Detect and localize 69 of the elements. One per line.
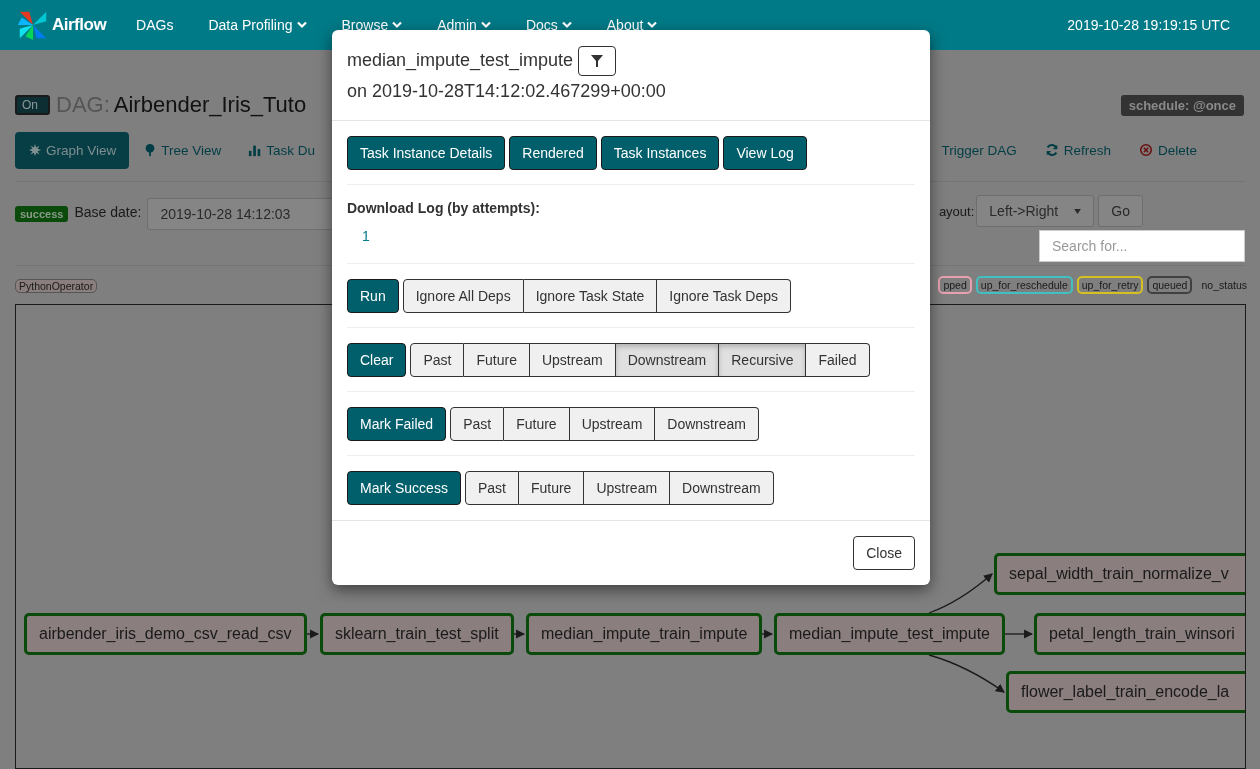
clock-text: 2019-10-28 19:19:15 UTC	[1067, 17, 1230, 33]
task-link-button[interactable]: Task Instance Details	[347, 136, 506, 171]
action-button[interactable]: Mark Failed	[347, 407, 447, 442]
action-button[interactable]: Run	[347, 279, 399, 314]
option-toggle[interactable]: Failed	[806, 343, 870, 378]
base-date-label: Base date:	[74, 204, 142, 220]
option-toggle[interactable]: Future	[464, 343, 530, 378]
starburst-icon	[28, 143, 42, 157]
refresh-icon	[1044, 143, 1059, 157]
on-toggle[interactable]: On	[15, 95, 50, 115]
option-toggle[interactable]: Future	[518, 471, 585, 506]
action-button[interactable]: Clear	[347, 343, 407, 378]
task-link-button[interactable]: Rendered	[509, 136, 597, 171]
filter-button[interactable]	[578, 46, 617, 77]
option-toggle[interactable]: Future	[504, 407, 570, 442]
caret-icon	[1074, 208, 1082, 214]
go-button[interactable]: Go	[1098, 195, 1143, 227]
option-toggle[interactable]: Downstream	[670, 471, 774, 506]
execution-date: on 2019-10-28T14:12:02.467299+00:00	[347, 80, 666, 104]
option-toggle[interactable]: Upstream	[584, 471, 671, 506]
task-node[interactable]: petal_length_train_winsori	[1034, 613, 1245, 655]
task-node[interactable]: sepal_width_train_normalize_v	[994, 553, 1245, 595]
nav-menu-item[interactable]: About	[606, 17, 658, 33]
schedule-badge: schedule: @once	[1120, 94, 1244, 116]
task-name: median_impute_test_impute	[347, 50, 574, 70]
view-tab[interactable]: Graph View	[15, 131, 130, 169]
option-toggle[interactable]: Past	[464, 471, 519, 506]
dag-title: Airbender_Iris_Tuto	[113, 92, 307, 118]
state-legend-tag: pped	[938, 276, 972, 294]
option-toggle[interactable]: Downstream	[655, 407, 759, 442]
option-toggle[interactable]: Ignore Task Deps	[657, 279, 792, 314]
nav-menu-item[interactable]: Data Profiling	[208, 17, 307, 33]
option-toggle[interactable]: Recursive	[719, 343, 807, 378]
nav-menu-item[interactable]: Browse	[341, 17, 403, 33]
brand-link[interactable]: Airflow	[16, 8, 107, 42]
state-legend-tag: up_for_reschedule	[975, 276, 1073, 294]
download-log-label: Download Log (by attempts):	[347, 200, 541, 217]
state-legend-tag: no_status	[1196, 276, 1252, 294]
task-node[interactable]: median_impute_train_impute	[526, 613, 763, 655]
option-toggle[interactable]: Upstream	[569, 407, 656, 442]
state-badge: success	[15, 206, 69, 222]
task-link-button[interactable]: View Log	[723, 136, 807, 171]
nav-menu-item[interactable]: DAGs	[136, 17, 174, 33]
option-toggle[interactable]: Ignore All Deps	[402, 279, 524, 314]
attempt-link[interactable]: 1	[362, 228, 370, 245]
task-node[interactable]: median_impute_test_impute	[774, 613, 1005, 655]
state-legend-tag: up_for_retry	[1076, 276, 1144, 294]
option-toggle[interactable]: Upstream	[529, 343, 616, 378]
task-node[interactable]: airbender_iris_demo_csv_read_csv	[24, 613, 307, 655]
circle-x-icon	[1138, 143, 1153, 157]
option-toggle[interactable]: Downstream	[615, 343, 720, 378]
task-link-button[interactable]: Task Instances	[600, 136, 720, 171]
layout-select[interactable]: Left->Right	[976, 195, 1095, 227]
edge-arrow	[928, 573, 993, 614]
operator-legend-tag: PythonOperator	[15, 279, 98, 293]
nav-menu-item[interactable]: Docs	[525, 17, 572, 33]
state-legend-tag: queued	[1147, 276, 1193, 294]
search-field[interactable]: Search for...	[1039, 230, 1245, 262]
option-toggle[interactable]: Past	[450, 407, 505, 442]
close-button[interactable]: Close	[853, 536, 915, 571]
layout-label: ayout:	[938, 203, 975, 219]
task-node[interactable]: flower_label_train_encode_la	[1006, 671, 1245, 713]
bar-chart-icon	[248, 143, 263, 157]
funnel-icon	[591, 55, 604, 68]
option-toggle[interactable]: Ignore Task State	[523, 279, 658, 314]
option-toggle[interactable]: Past	[410, 343, 465, 378]
nav-menu-item[interactable]: Admin	[437, 17, 491, 33]
action-button[interactable]: Mark Success	[347, 471, 461, 506]
task-node[interactable]: sklearn_train_test_split	[320, 613, 514, 655]
